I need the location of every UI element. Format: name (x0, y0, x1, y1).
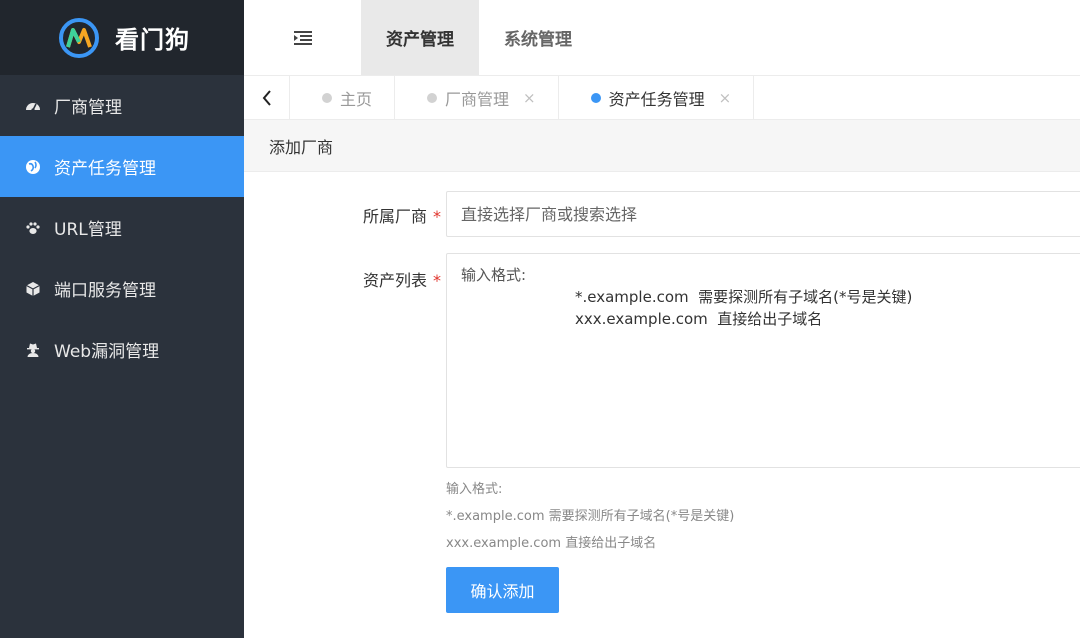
help-text-line: 输入格式: (446, 482, 503, 497)
top-header: 资产管理 系统管理 (244, 0, 1080, 75)
paw-icon (24, 219, 42, 237)
tab-dot-icon (590, 92, 601, 103)
placeholder-line: xxx.example.com 直接给出子域名 (575, 310, 823, 328)
sidebar-item-label: 资产任务管理 (54, 159, 156, 179)
required-mark: * (433, 271, 441, 290)
vendor-field-label: 所属厂商 * (362, 207, 441, 226)
page-tab-label: 资产任务管理 (608, 89, 705, 109)
assets-field-label: 资产列表 * (362, 271, 441, 290)
placeholder-line: 输入格式: (461, 266, 527, 284)
page-tab-label: 厂商管理 (445, 89, 510, 109)
dashboard-icon (24, 97, 42, 115)
sidebar-item-port-service[interactable]: 端口服务管理 (0, 258, 244, 319)
top-tab-system-management[interactable]: 系统管理 (479, 0, 597, 75)
tabs-back-button[interactable] (244, 76, 290, 119)
sidebar: 看门狗 厂商管理 资产任务管理 URL管理 端口服务管理 Web漏洞管理 (0, 0, 244, 638)
user-secret-icon (24, 341, 42, 359)
sidebar-item-label: Web漏洞管理 (54, 342, 160, 362)
sidebar-item-label: 厂商管理 (54, 98, 122, 118)
help-text-line: xxx.example.com 直接给出子域名 (446, 536, 657, 551)
sidebar-nav: 厂商管理 资产任务管理 URL管理 端口服务管理 Web漏洞管理 (0, 75, 244, 380)
help-text-line: *.example.com 需要探测所有子域名(*号是关键) (446, 509, 735, 524)
page-tab-asset-task[interactable]: 资产任务管理 × (559, 76, 755, 119)
tab-dot-icon (427, 92, 438, 103)
required-mark: * (433, 207, 441, 226)
page-tab-home[interactable]: 主页 (290, 76, 396, 119)
indent-icon (293, 30, 312, 45)
sidebar-item-label: URL管理 (54, 220, 122, 240)
card-title: 添加厂商 (244, 120, 1080, 172)
add-vendor-form: 所属厂商* 资产列表* 输入格式: *.example.com 需要探测所有子域… (244, 172, 1080, 638)
sidebar-item-asset-task[interactable]: 资产任务管理 (0, 136, 244, 197)
sidebar-toggle-button[interactable] (244, 0, 361, 75)
cube-icon (24, 280, 42, 298)
brand[interactable]: 看门狗 (0, 0, 244, 75)
sidebar-item-url[interactable]: URL管理 (0, 197, 244, 258)
sidebar-item-label: 端口服务管理 (54, 281, 156, 301)
globe-icon (24, 158, 42, 176)
tab-dot-icon (322, 92, 332, 103)
page-tab-label: 主页 (340, 89, 373, 109)
close-icon[interactable]: × (719, 89, 732, 107)
vendor-select-input[interactable] (446, 191, 1080, 237)
placeholder-line: *.example.com 需要探测所有子域名(*号是关键) (575, 288, 913, 306)
top-tab-asset-management[interactable]: 资产管理 (361, 0, 479, 75)
app-name: 看门狗 (115, 26, 190, 54)
sidebar-item-vendor[interactable]: 厂商管理 (0, 75, 244, 136)
watchdog-logo-icon (59, 17, 99, 58)
close-icon[interactable]: × (523, 89, 536, 107)
page-tabs: 主页 厂商管理 × 资产任务管理 × (244, 75, 1080, 120)
chevron-left-icon (262, 89, 271, 106)
asset-list-textarea[interactable]: 输入格式: *.example.com 需要探测所有子域名(*号是关键) xxx… (446, 253, 1080, 468)
sidebar-item-web-vuln[interactable]: Web漏洞管理 (0, 319, 244, 380)
confirm-add-button[interactable]: 确认添加 (446, 567, 559, 613)
page-tab-vendor[interactable]: 厂商管理 × (395, 76, 559, 119)
